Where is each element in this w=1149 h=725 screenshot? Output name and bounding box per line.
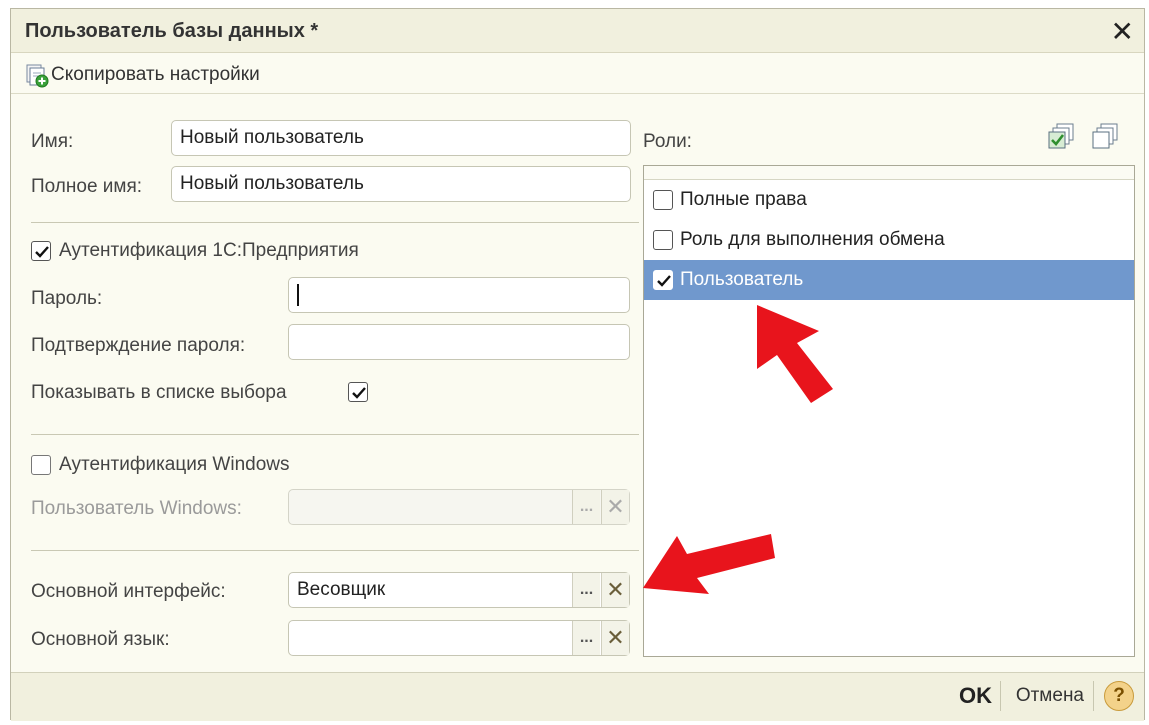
divider — [1000, 681, 1001, 711]
auth1c-checkbox[interactable] — [31, 241, 51, 261]
role-checkbox[interactable] — [653, 230, 673, 250]
password-label: Пароль: — [31, 288, 103, 309]
authwin-label: Аутентификация Windows — [59, 454, 290, 475]
annotation-arrow-icon — [643, 534, 775, 594]
copy-settings-icon — [26, 64, 49, 88]
ok-button[interactable]: OK — [959, 683, 992, 709]
role-checkbox[interactable] — [653, 190, 673, 210]
language-label: Основной язык: — [31, 629, 170, 650]
name-input[interactable]: Новый пользователь — [171, 120, 631, 156]
interface-select-button[interactable]: ... — [572, 573, 600, 607]
interface-value: Весовщик — [297, 579, 386, 600]
roles-label: Роли: — [643, 131, 692, 152]
authwin-checkbox[interactable] — [31, 455, 51, 475]
dialog-title: Пользователь базы данных * — [25, 20, 319, 42]
check-all-icon[interactable] — [1047, 122, 1077, 150]
winuser-input: ... ✕ — [288, 489, 630, 525]
user-dialog: Пользователь базы данных * ✕ Скопировать… — [10, 8, 1145, 721]
role-item-user[interactable]: Пользователь — [644, 260, 1134, 300]
role-item-full-rights[interactable]: Полные права — [644, 180, 1134, 220]
interface-clear-button[interactable]: ✕ — [601, 573, 629, 607]
role-label: Полные права — [680, 189, 807, 210]
confirm-password-input[interactable] — [288, 324, 630, 360]
roles-toolbar — [1047, 122, 1121, 150]
close-button[interactable]: ✕ — [1111, 15, 1134, 48]
divider — [1093, 681, 1094, 711]
titlebar: Пользователь базы данных * ✕ — [11, 9, 1144, 53]
interface-input[interactable]: Весовщик ... ✕ — [288, 572, 630, 608]
confirm-password-label: Подтверждение пароля: — [31, 335, 246, 356]
help-icon[interactable]: ? — [1104, 681, 1134, 711]
role-checkbox[interactable] — [653, 270, 673, 290]
cancel-button[interactable]: Отмена — [1016, 685, 1084, 707]
show-in-list-label: Показывать в списке выбора — [31, 382, 287, 403]
language-select-button[interactable]: ... — [572, 621, 600, 655]
auth1c-label: Аутентификация 1С:Предприятия — [59, 240, 359, 261]
role-label: Роль для выполнения обмена — [680, 229, 945, 250]
interface-label: Основной интерфейс: — [31, 581, 226, 602]
name-label: Имя: — [31, 131, 74, 152]
annotation-arrow-icon — [757, 305, 833, 403]
roles-list-header — [644, 166, 1134, 180]
winuser-label: Пользователь Windows: — [31, 498, 242, 519]
copy-settings-button[interactable]: Скопировать настройки — [23, 61, 260, 89]
divider — [31, 434, 639, 435]
role-item-exchange[interactable]: Роль для выполнения обмена — [644, 220, 1134, 260]
language-input[interactable]: ... ✕ — [288, 620, 630, 656]
divider — [31, 550, 639, 551]
dialog-footer: OK Отмена ? — [11, 672, 1144, 721]
toolbar: Скопировать настройки — [11, 54, 1144, 94]
uncheck-all-icon[interactable] — [1091, 122, 1121, 150]
role-label: Пользователь — [680, 269, 804, 290]
copy-settings-label: Скопировать настройки — [51, 64, 260, 85]
password-input[interactable] — [288, 277, 630, 313]
text-caret — [297, 284, 299, 306]
language-clear-button[interactable]: ✕ — [601, 621, 629, 655]
show-in-list-checkbox[interactable] — [348, 382, 368, 402]
fullname-label: Полное имя: — [31, 176, 143, 197]
winuser-clear-button: ✕ — [601, 490, 629, 524]
fullname-input[interactable]: Новый пользователь — [171, 166, 631, 202]
winuser-select-button: ... — [572, 490, 600, 524]
divider — [31, 222, 639, 223]
